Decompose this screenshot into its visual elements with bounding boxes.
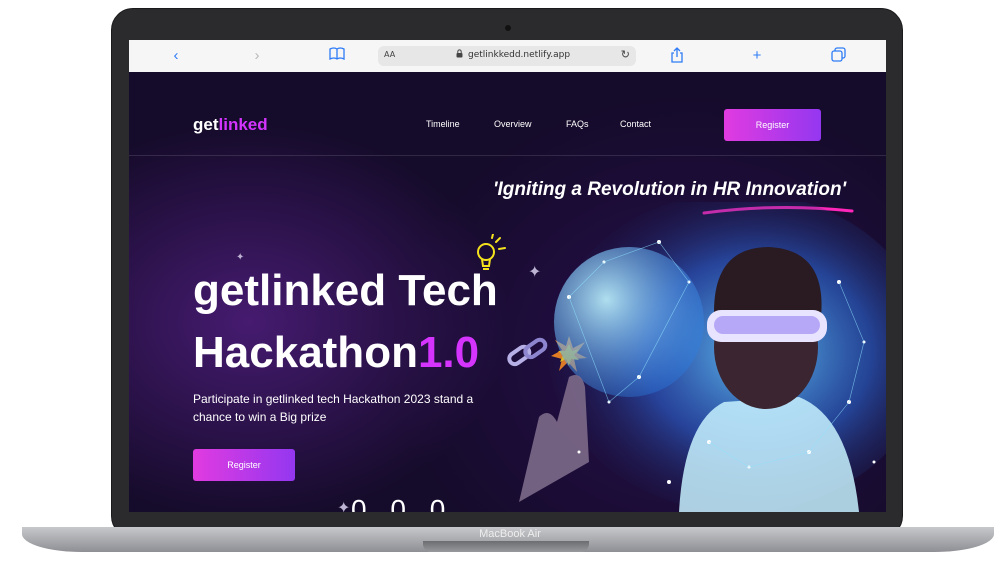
plus-icon[interactable]: + <box>748 47 766 65</box>
reload-icon[interactable]: ↻ <box>621 48 630 61</box>
hero-version: 1.0 <box>417 328 480 377</box>
header-register-button[interactable]: Register <box>724 109 821 141</box>
camera <box>505 25 511 31</box>
nav-timeline[interactable]: Timeline <box>426 119 460 129</box>
hero-title-text: Hackathon <box>193 328 418 377</box>
text-size-button[interactable]: AA <box>384 50 395 59</box>
landing-page: getlinked Timeline Overview FAQs Contact… <box>129 72 886 512</box>
nav-faqs[interactable]: FAQs <box>566 119 589 129</box>
browser-toolbar: ‹ › AA getlinkkedd.netlify.app ↻ + <box>129 40 886 73</box>
nav-overview[interactable]: Overview <box>494 119 532 129</box>
url-text: getlinkkedd.netlify.app <box>468 50 571 60</box>
vr-person-illustration <box>519 202 886 512</box>
logo-main-text: get <box>193 115 219 134</box>
star-icon: ✦ <box>236 252 245 263</box>
chevron-left-icon[interactable]: ‹ <box>167 47 185 65</box>
hero-title-line1: getlinked Tech <box>193 266 498 315</box>
star-icon: ✦ <box>337 500 351 512</box>
share-icon[interactable] <box>668 47 686 65</box>
chevron-right-icon[interactable]: › <box>248 47 266 65</box>
nav-contact[interactable]: Contact <box>620 119 651 129</box>
screen: ‹ › AA getlinkkedd.netlify.app ↻ + getli… <box>129 40 886 512</box>
hero-register-button[interactable]: Register <box>193 449 295 481</box>
hero-tagline: 'Igniting a Revolution in HR Innovation' <box>493 179 847 200</box>
countdown-timer: 0 0 0 <box>351 494 454 512</box>
hero-description: Participate in getlinked tech Hackathon … <box>193 392 474 424</box>
lock-icon <box>456 49 463 61</box>
tabs-icon[interactable] <box>829 47 847 65</box>
address-bar[interactable]: AA getlinkkedd.netlify.app ↻ <box>378 46 636 66</box>
book-icon[interactable] <box>328 47 346 65</box>
logo[interactable]: getlinked <box>193 115 268 135</box>
logo-accent-text: linked <box>218 115 268 134</box>
laptop-notch <box>423 541 589 552</box>
hero-title-line2: Hackathon1.0 <box>193 328 479 378</box>
header-divider <box>129 155 886 156</box>
device-label: MacBook Air <box>479 528 541 540</box>
